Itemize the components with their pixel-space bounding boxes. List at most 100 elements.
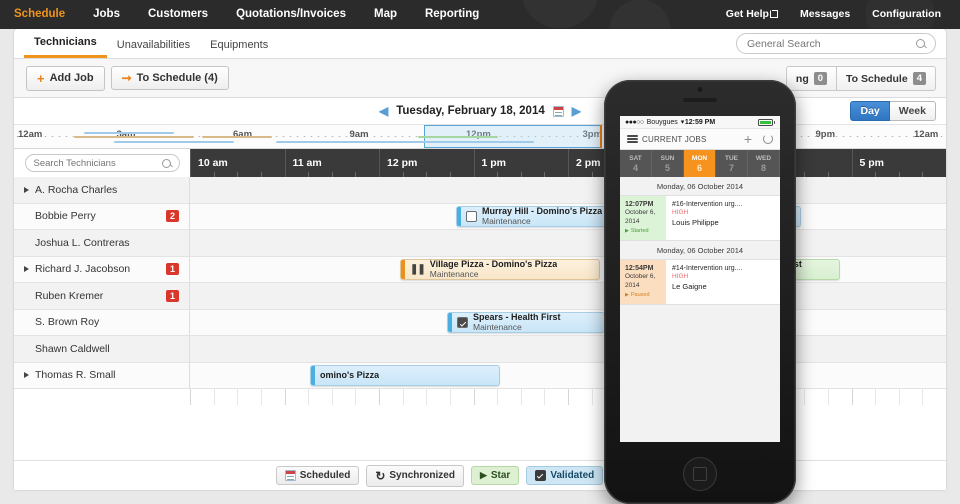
technician-name-cell[interactable]: Shawn Caldwell [14,336,190,362]
phone-day-mon[interactable]: MON 6 [684,150,716,177]
expand-triangle-icon[interactable] [24,372,29,379]
legend-label: Scheduled [299,470,351,481]
schedule-event[interactable]: omino's Pizza [310,365,500,386]
phone-day-sun[interactable]: SUN 5 [652,150,684,177]
nav-item-reporting[interactable]: Reporting [411,0,493,29]
phone-day-wed[interactable]: WED 8 [748,150,780,177]
legend-label: Star [490,470,511,481]
expand-triangle-icon[interactable] [24,266,29,273]
event-checkbox[interactable] [466,211,477,222]
overview-tick-3: 9am [349,129,369,140]
filter-label: To Schedule [846,72,908,85]
timeline-overview[interactable]: 12am3am6am9am12pm3pm6pm9pm12am [14,125,946,149]
view-week-button[interactable]: Week [889,101,936,121]
schedule-event[interactable]: Spears - Health First Maintenance [447,312,605,333]
technician-search-box[interactable] [24,154,180,172]
phone-job-priority: HIGH [672,273,689,281]
event-subtitle: Maintenance [482,215,531,226]
nav-item-messages[interactable]: Messages [789,0,861,29]
phone-job-priority: HIGH [672,209,689,216]
technician-row[interactable]: Joshua L. Contreras [14,230,946,257]
overview-tick-2: 6am [233,129,253,140]
technician-job-count-badge: 1 [165,263,179,276]
tab-equipments[interactable]: Equipments [200,39,278,58]
technician-name-cell[interactable]: Thomas R. Small [14,362,190,388]
plus-icon: + [37,70,45,86]
technician-row[interactable]: Ruben Kremer 1 [14,283,946,310]
pause-icon[interactable]: ❚❚ [410,264,426,275]
phone-day-sat[interactable]: SAT 4 [620,150,652,177]
legend-validated[interactable]: Validated [526,466,604,485]
search-icon [161,158,171,168]
toolbar-right-segment: ng 0 To Schedule 4 [785,66,936,91]
hamburger-icon[interactable] [627,135,638,143]
nav-item-customers[interactable]: Customers [134,0,222,29]
tab-unavailabilities[interactable]: Unavailabilities [107,39,200,58]
spacer-icon [24,346,29,352]
nav-item-map[interactable]: Map [360,0,411,29]
technician-name-cell[interactable]: Joshua L. Contreras [14,230,190,256]
overview-tick-0: 12am [18,129,43,140]
legend-label: Synchronized [389,470,455,481]
technician-search-input[interactable] [33,157,156,169]
battery-icon [757,118,775,126]
checkbox-icon [535,470,547,481]
schedule-event[interactable]: ❚❚ Village Pizza - Domino's Pizza Maintena… [400,259,600,280]
to-schedule-button[interactable]: ➞ To Schedule (4) [110,66,229,90]
phone-home-button[interactable] [683,457,717,491]
technician-row[interactable]: A. Rocha Charles [14,177,946,204]
technician-name-cell[interactable]: Richard J. Jacobson 1 [14,256,190,282]
phone-day-number: 8 [760,162,766,173]
event-subtitle: Maintenance [429,268,479,279]
nav-item-schedule[interactable]: Schedule [0,0,79,29]
legend-synchronized[interactable]: ↻ Synchronized [366,464,464,487]
add-job-button[interactable]: + Add Job [26,65,105,91]
expand-triangle-icon[interactable] [24,186,29,193]
technician-row[interactable]: Shawn Caldwell [14,336,946,363]
calendar-icon [284,470,296,481]
technician-name-cell[interactable]: S. Brown Roy [14,309,190,335]
next-day-button[interactable]: ▶ [572,104,581,118]
play-icon: ▶ [625,228,629,235]
plus-icon[interactable]: + [744,132,752,146]
play-icon: ▶ [625,292,629,299]
wifi-icon: ▾ [680,119,685,126]
phone-day-label: SUN [660,154,675,162]
date-navigation-bar: ◀ Tuesday, February 18, 2014 ▶ Day Week [14,98,946,125]
phone-speaker [683,98,717,102]
nav-right-group: Get Help Messages Configuration [715,0,952,29]
tab-technicians[interactable]: Technicians [24,36,107,58]
nav-item-quotations-invoices[interactable]: Quotations/Invoices [222,0,360,29]
phone-job-card[interactable]: 12:54PM October 6, 2014 ▶ Paused #14-Interven… [620,259,780,306]
filter-label: ng [795,72,809,85]
nav-item-get-help[interactable]: Get Help [715,0,789,29]
phone-nav-bar: CURRENT JOBS + [620,129,780,150]
phone-job-list: Monday, 06 October 2014 12:07PM October 6,… [620,177,780,306]
search-input[interactable] [747,37,912,50]
phone-job-card[interactable]: 12:07PM October 6, 2014 ▶ Started #16-Interve… [620,195,780,242]
event-checkbox[interactable] [457,317,468,328]
phone-day-number: 7 [728,162,734,173]
add-job-label: Add Job [49,72,94,84]
arrow-right-icon: ➞ [121,71,132,85]
legend-star[interactable]: ▶ Star [470,466,520,485]
nav-item-configuration[interactable]: Configuration [861,0,952,29]
phone-day-label: TUE [725,154,738,162]
event-text: Spears - Health First Maintenance [473,313,561,332]
prev-day-button[interactable]: ◀ [379,104,388,118]
calendar-icon[interactable] [552,105,564,117]
refresh-icon[interactable] [763,134,773,144]
technician-name-cell[interactable]: A. Rocha Charles [14,177,190,203]
general-search-box[interactable] [736,33,936,54]
app-page: Schedule Jobs Customers Quotations/Invoices… [0,0,960,504]
technician-name-cell[interactable]: Bobbie Perry 2 [14,203,190,229]
nav-item-jobs[interactable]: Jobs [79,0,134,29]
filter-button-1[interactable]: To Schedule 4 [837,66,936,91]
filter-button-0[interactable]: ng 0 [785,66,838,91]
technician-name-cell[interactable]: Ruben Kremer 1 [14,283,190,309]
phone-day-tue[interactable]: TUE 7 [716,150,748,177]
phone-day-strip: SAT 4 SUN 5 MON 6 TUE 7 WED 8 [620,150,780,177]
event-text: omino's Pizza [320,370,379,380]
view-day-button[interactable]: Day [850,101,890,121]
legend-scheduled[interactable]: Scheduled [275,466,360,485]
